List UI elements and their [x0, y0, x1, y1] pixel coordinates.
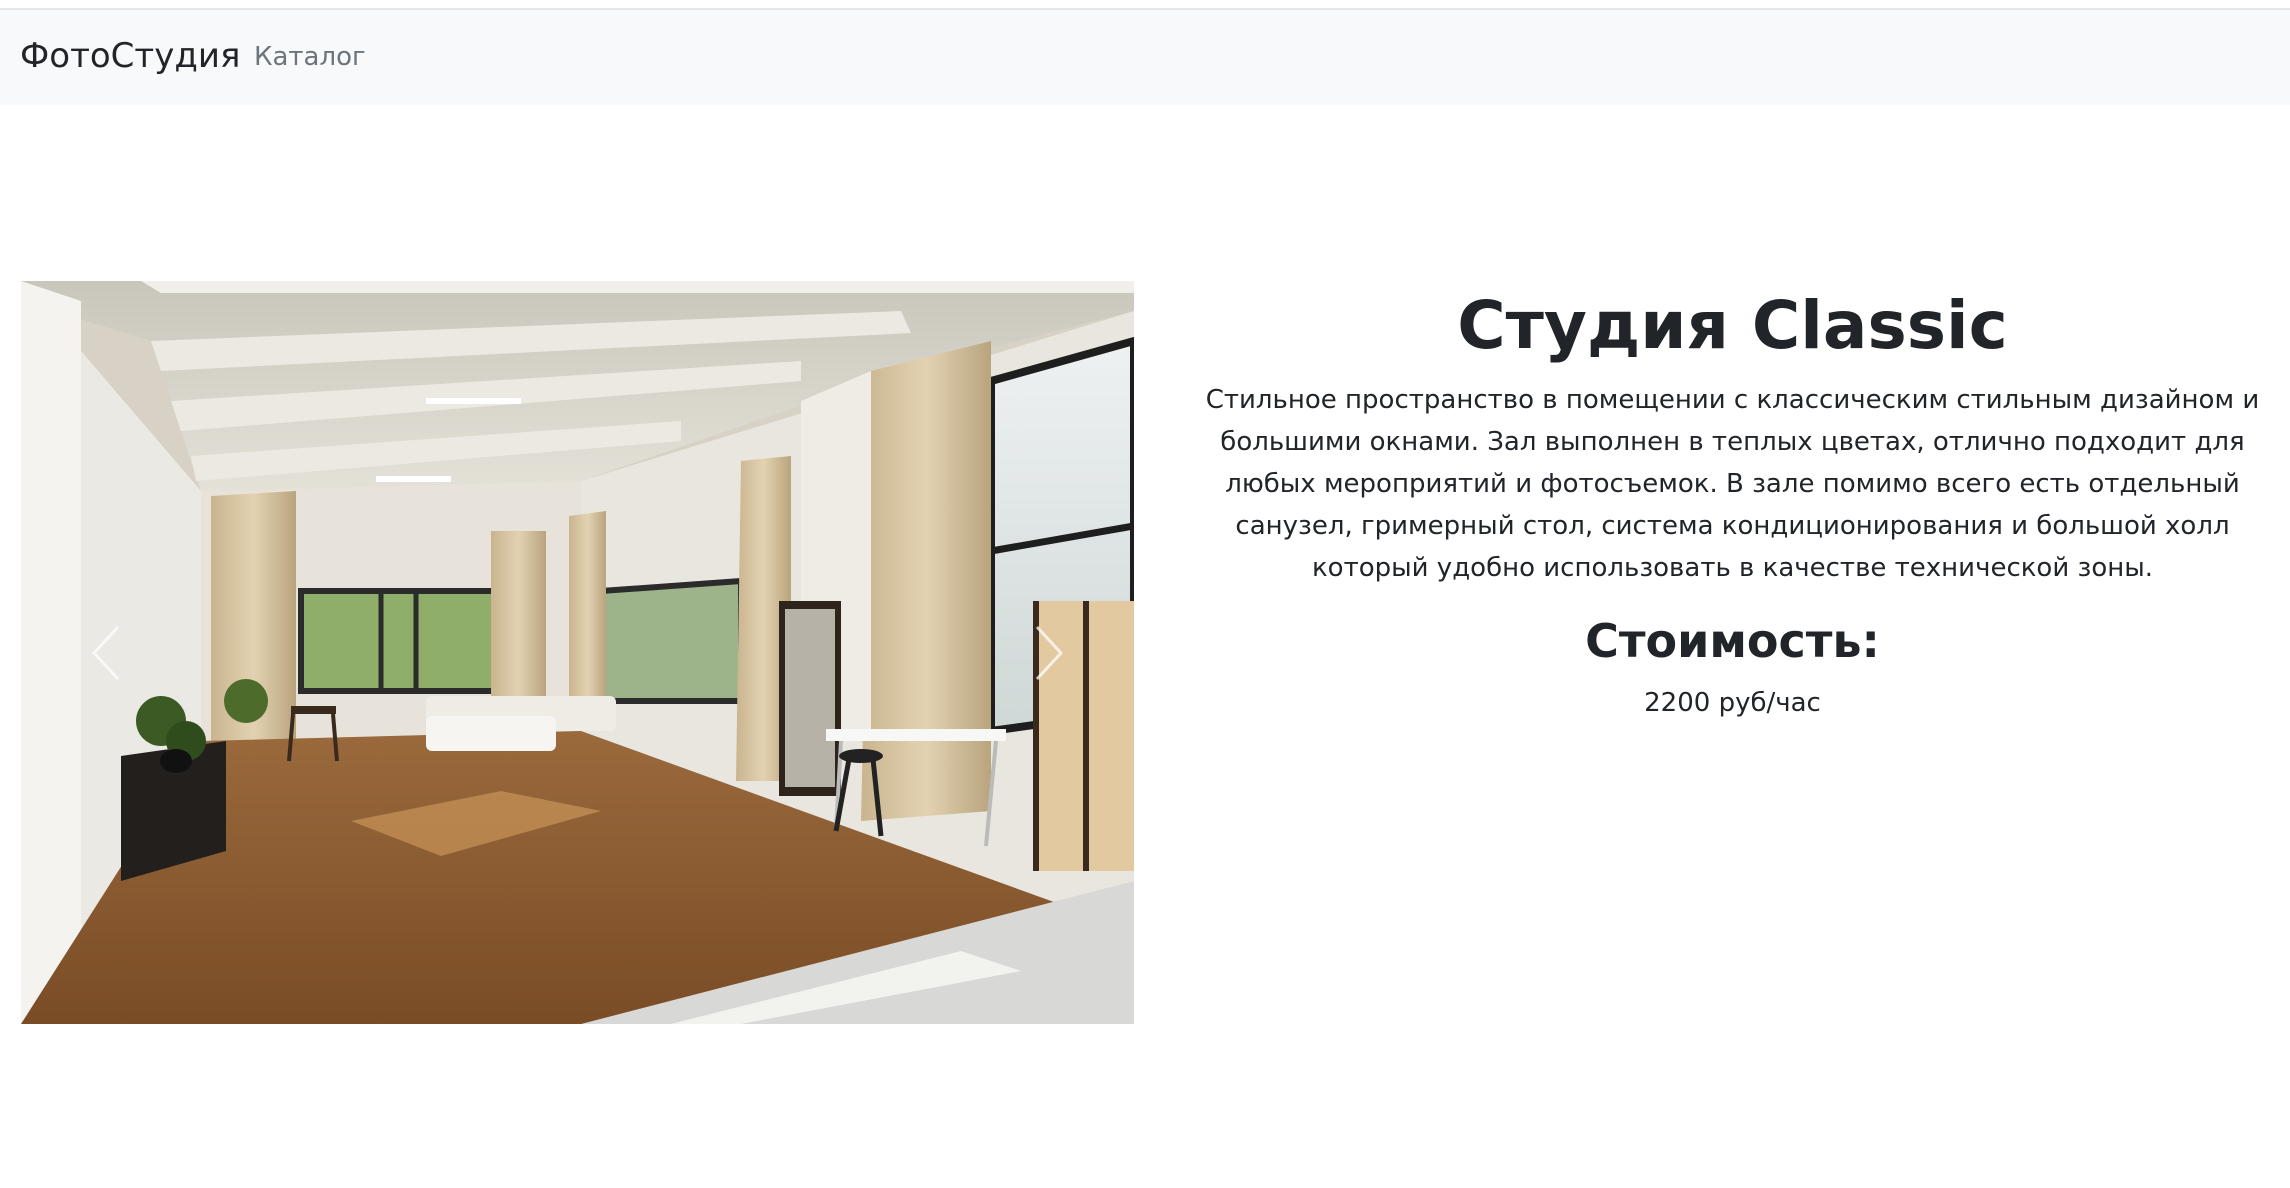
brand-link[interactable]: ФотоСтудия: [20, 36, 240, 76]
carousel-next-button[interactable]: [984, 281, 1114, 1024]
navbar: ФотоСтудия Каталог: [0, 10, 2290, 105]
studio-title: Студия Classic: [1457, 287, 2008, 364]
price-value: 2200 руб/час: [1644, 688, 1821, 718]
studio-photo-image: [21, 281, 1134, 1024]
studio-carousel: [21, 281, 1134, 1024]
top-border: [0, 0, 2290, 10]
chevron-right-icon: [1035, 625, 1064, 680]
carousel-prev-button[interactable]: [41, 281, 171, 1024]
price-heading: Стоимость:: [1585, 614, 1880, 668]
studio-description: Стильное пространство в помещении с клас…: [1205, 385, 2260, 583]
studio-details: Студия Classic Стильное пространство в п…: [1200, 281, 2265, 723]
nav-link-catalog[interactable]: Каталог: [254, 40, 366, 74]
chevron-left-icon: [91, 625, 120, 680]
